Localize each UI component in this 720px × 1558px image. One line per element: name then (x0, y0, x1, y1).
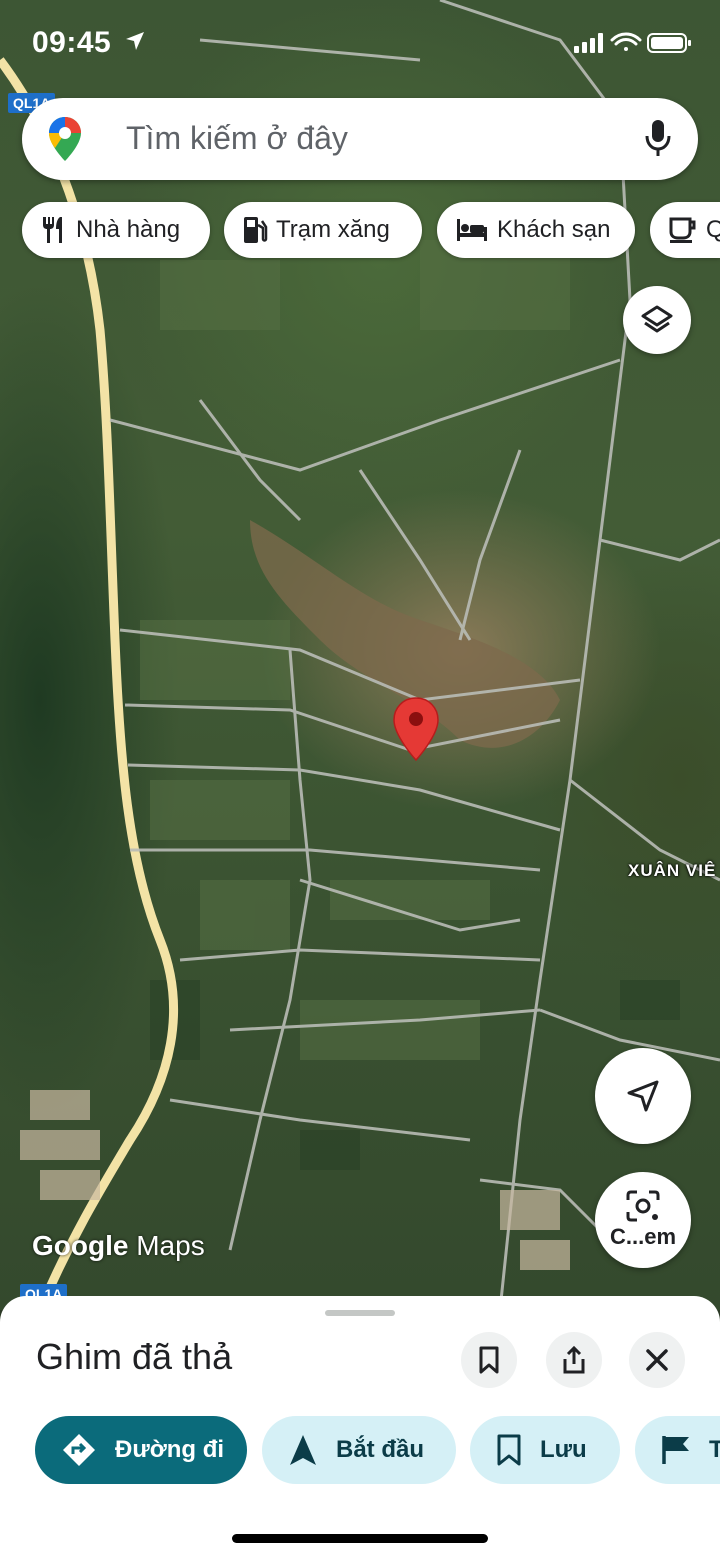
directions-button[interactable]: Đường đi (35, 1416, 247, 1484)
drag-handle[interactable] (325, 1310, 395, 1316)
label-button[interactable]: T (635, 1416, 720, 1484)
coffee-icon (668, 216, 698, 244)
chip-label: Q (706, 216, 720, 243)
google-wordmark: Google (32, 1230, 129, 1261)
start-button[interactable]: Bắt đầu (262, 1416, 456, 1484)
place-label: XUÂN VIÊ (628, 861, 717, 880)
chip-label: Nhà hàng (76, 216, 181, 243)
status-time: 09:45 (32, 26, 112, 59)
chip-label: Trạm xăng (276, 216, 390, 243)
cellular-signal-icon (574, 33, 603, 53)
home-indicator (232, 1534, 488, 1543)
action-label: T (709, 1436, 720, 1463)
bookmark-icon (479, 1346, 499, 1374)
status-bar: 09:45 (0, 0, 720, 90)
restaurant-icon (40, 215, 68, 245)
flag-icon (661, 1434, 691, 1466)
wifi-icon (610, 32, 642, 51)
microphone-icon[interactable] (644, 118, 672, 158)
hotel-icon (455, 217, 489, 243)
recenter-icon (627, 1080, 659, 1112)
chip-hotels[interactable]: Khách sạn (437, 202, 635, 258)
chip-label: Khách sạn (497, 216, 611, 243)
chip-restaurants[interactable]: Nhà hàng (22, 202, 210, 258)
search-bar[interactable]: Tìm kiếm ở đây (22, 98, 698, 180)
status-icons (574, 32, 691, 53)
action-label: Đường đi (115, 1436, 225, 1463)
lens-button[interactable]: C...em (595, 1172, 691, 1268)
recenter-button[interactable] (595, 1048, 691, 1144)
action-label: Bắt đầu (336, 1436, 425, 1463)
google-maps-logo-icon (49, 117, 81, 161)
location-arrow-icon (126, 32, 144, 50)
close-icon (646, 1349, 668, 1371)
save-bookmark-button[interactable] (461, 1332, 517, 1388)
bookmark-icon (496, 1434, 522, 1466)
layers-button[interactable] (623, 286, 691, 354)
navigation-arrow-icon (288, 1433, 318, 1467)
chip-coffee[interactable]: Q (650, 202, 720, 258)
directions-icon (61, 1432, 97, 1468)
layers-icon (641, 305, 673, 333)
save-button[interactable]: Lưu (470, 1416, 620, 1484)
action-label: Lưu (540, 1436, 587, 1463)
close-button[interactable] (629, 1332, 685, 1388)
share-icon (563, 1345, 585, 1374)
gas-station-icon (242, 215, 268, 245)
place-title: Ghim đã thả (36, 1336, 233, 1377)
lens-label: C...em (609, 1224, 677, 1249)
chip-gas-stations[interactable]: Trạm xăng (224, 202, 422, 258)
maps-wordmark: Maps (136, 1230, 205, 1261)
place-bottom-sheet: Ghim đã thả Đường đi Bắt đầu Lưu T (0, 1296, 720, 1558)
red-pin-icon[interactable] (391, 696, 441, 762)
search-input[interactable]: Tìm kiếm ở đây (126, 120, 348, 157)
lens-icon (626, 1190, 660, 1222)
share-button[interactable] (546, 1332, 602, 1388)
battery-icon (647, 33, 691, 53)
google-maps-attribution: Google Maps (32, 1230, 205, 1262)
